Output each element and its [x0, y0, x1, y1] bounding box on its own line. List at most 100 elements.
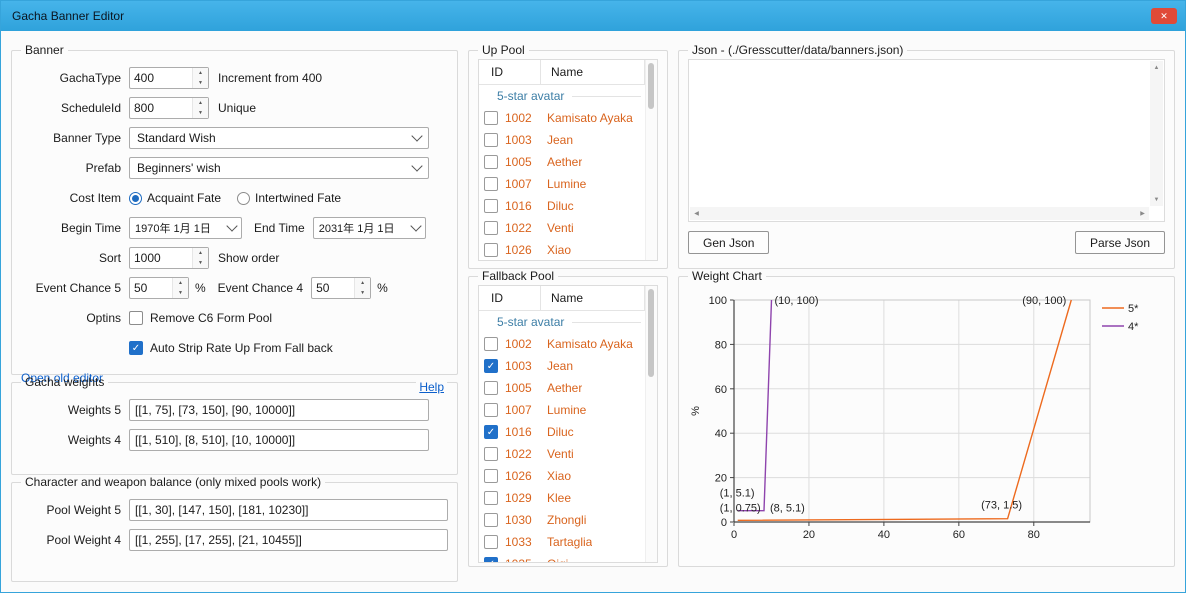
pool-row[interactable]: 1007Lumine — [479, 399, 645, 421]
row-checkbox[interactable]: ✓ — [484, 425, 498, 439]
row-id: 1035 — [505, 557, 547, 562]
event-chance-4-input[interactable] — [312, 278, 354, 298]
row-checkbox[interactable] — [484, 199, 498, 213]
scroll-right-icon[interactable]: ▶ — [1136, 207, 1149, 220]
gen-json-button[interactable]: Gen Json — [688, 231, 769, 254]
pool-row[interactable]: 1016Diluc — [479, 195, 645, 217]
pool-row[interactable]: 1002Kamisato Ayaka — [479, 333, 645, 355]
pool-row[interactable]: 1003Jean — [479, 129, 645, 151]
pool-weight4-input[interactable] — [129, 529, 448, 551]
row-checkbox[interactable]: ✓ — [484, 359, 498, 373]
pool-row[interactable]: 1002Kamisato Ayaka — [479, 107, 645, 129]
remove-c6-checkbox[interactable] — [129, 311, 143, 325]
row-checkbox[interactable] — [484, 403, 498, 417]
event-chance-5-input[interactable] — [130, 278, 172, 298]
pool-row[interactable]: 1005Aether — [479, 151, 645, 173]
scrollbar-track[interactable] — [703, 207, 1136, 220]
titlebar[interactable]: Gacha Banner Editor ✕ — [1, 1, 1185, 31]
auto-strip-checkbox[interactable]: ✓ — [129, 341, 143, 355]
row-checkbox[interactable] — [484, 469, 498, 483]
pool-weight5-input[interactable] — [129, 499, 448, 521]
close-button[interactable]: ✕ — [1151, 8, 1177, 24]
pool-row[interactable]: 1022Venti — [479, 217, 645, 239]
spin-up-icon[interactable]: ▲ — [355, 278, 370, 288]
scrollbar[interactable] — [645, 286, 657, 562]
row-checkbox[interactable] — [484, 133, 498, 147]
intertwined-fate-radio[interactable] — [237, 192, 250, 205]
spin-up-icon[interactable]: ▲ — [193, 248, 208, 258]
scheduleid-input[interactable] — [130, 98, 192, 118]
weights4-input[interactable] — [129, 429, 429, 451]
end-time-picker[interactable]: 2031年 1月 1日 — [313, 217, 426, 239]
row-checkbox[interactable] — [484, 513, 498, 527]
check-icon: ✓ — [132, 343, 140, 354]
banner-type-select[interactable]: Standard Wish — [129, 127, 429, 149]
remove-c6-label: Remove C6 Form Pool — [150, 311, 272, 325]
pool-row[interactable]: 1022Venti — [479, 443, 645, 465]
row-checkbox[interactable] — [484, 447, 498, 461]
sort-spinbox[interactable]: ▲ ▼ — [129, 247, 209, 269]
spin-down-icon[interactable]: ▼ — [355, 288, 370, 298]
section-5star-avatar[interactable]: 5-star avatar — [479, 311, 645, 333]
cost-item-row: Cost Item Acquaint Fate Intertwined Fate — [21, 187, 448, 209]
scroll-up-icon[interactable]: ▲ — [1150, 61, 1163, 74]
row-checkbox[interactable] — [484, 535, 498, 549]
scheduleid-spinbox[interactable]: ▲ ▼ — [129, 97, 209, 119]
scrollbar-track[interactable] — [1150, 74, 1163, 193]
banner-type-value: Standard Wish — [137, 131, 407, 145]
scroll-down-icon[interactable]: ▼ — [1150, 193, 1163, 206]
scrollbar-thumb[interactable] — [648, 63, 654, 109]
help-link[interactable]: Help — [416, 380, 447, 394]
row-id: 1029 — [505, 491, 547, 505]
horizontal-scrollbar[interactable]: ◀ ▶ — [690, 207, 1149, 220]
row-name: Klee — [547, 491, 571, 505]
prefab-select[interactable]: Beginners' wish — [129, 157, 429, 179]
pool-row[interactable]: ✓1035Qiqi — [479, 553, 645, 562]
scroll-left-icon[interactable]: ◀ — [690, 207, 703, 220]
event-chance-5-spinbox[interactable]: ▲ ▼ — [129, 277, 189, 299]
spin-up-icon[interactable]: ▲ — [193, 98, 208, 108]
row-checkbox[interactable] — [484, 243, 498, 257]
spin-down-icon[interactable]: ▼ — [193, 78, 208, 88]
event-chance-5-unit: % — [195, 281, 206, 295]
gachatype-input[interactable] — [130, 68, 192, 88]
parse-json-button[interactable]: Parse Json — [1075, 231, 1165, 254]
event-chance-4-spinbox[interactable]: ▲ ▼ — [311, 277, 371, 299]
row-name: Kamisato Ayaka — [547, 337, 633, 351]
pool-row[interactable]: 1007Lumine — [479, 173, 645, 195]
gachatype-spinbox[interactable]: ▲ ▼ — [129, 67, 209, 89]
row-checkbox[interactable] — [484, 337, 498, 351]
event-chance-5-label: Event Chance 5 — [21, 281, 121, 295]
row-checkbox[interactable] — [484, 155, 498, 169]
spin-up-icon[interactable]: ▲ — [193, 68, 208, 78]
row-checkbox[interactable] — [484, 381, 498, 395]
row-checkbox[interactable]: ✓ — [484, 557, 498, 562]
spin-down-icon[interactable]: ▼ — [173, 288, 188, 298]
pool-row[interactable]: 1005Aether — [479, 377, 645, 399]
pool-row[interactable]: ✓1003Jean — [479, 355, 645, 377]
spin-down-icon[interactable]: ▼ — [193, 108, 208, 118]
weights5-input[interactable] — [129, 399, 429, 421]
scrollbar-thumb[interactable] — [648, 289, 654, 377]
row-checkbox[interactable] — [484, 177, 498, 191]
sort-input[interactable] — [130, 248, 192, 268]
pool-row[interactable]: 1029Klee — [479, 487, 645, 509]
row-checkbox[interactable] — [484, 221, 498, 235]
pool-row[interactable]: 1033Tartaglia — [479, 531, 645, 553]
vertical-scrollbar[interactable]: ▲ ▼ — [1150, 61, 1163, 206]
pool-row[interactable]: ✓1016Diluc — [479, 421, 645, 443]
spin-arrows: ▲ ▼ — [192, 98, 208, 118]
pool-row[interactable]: 1030Zhongli — [479, 509, 645, 531]
row-checkbox[interactable] — [484, 491, 498, 505]
row-checkbox[interactable] — [484, 111, 498, 125]
spin-up-icon[interactable]: ▲ — [173, 278, 188, 288]
pool-row[interactable]: 1026Xiao — [479, 465, 645, 487]
scrollbar[interactable] — [645, 60, 657, 260]
acquaint-fate-radio[interactable] — [129, 192, 142, 205]
spin-down-icon[interactable]: ▼ — [193, 258, 208, 268]
pool-row[interactable]: 1026Xiao — [479, 239, 645, 260]
section-5star-avatar[interactable]: 5-star avatar — [479, 85, 645, 107]
begin-time-picker[interactable]: 1970年 1月 1日 — [129, 217, 242, 239]
json-textarea[interactable]: ▲ ▼ ◀ ▶ — [688, 59, 1165, 222]
row-id: 1016 — [505, 425, 547, 439]
